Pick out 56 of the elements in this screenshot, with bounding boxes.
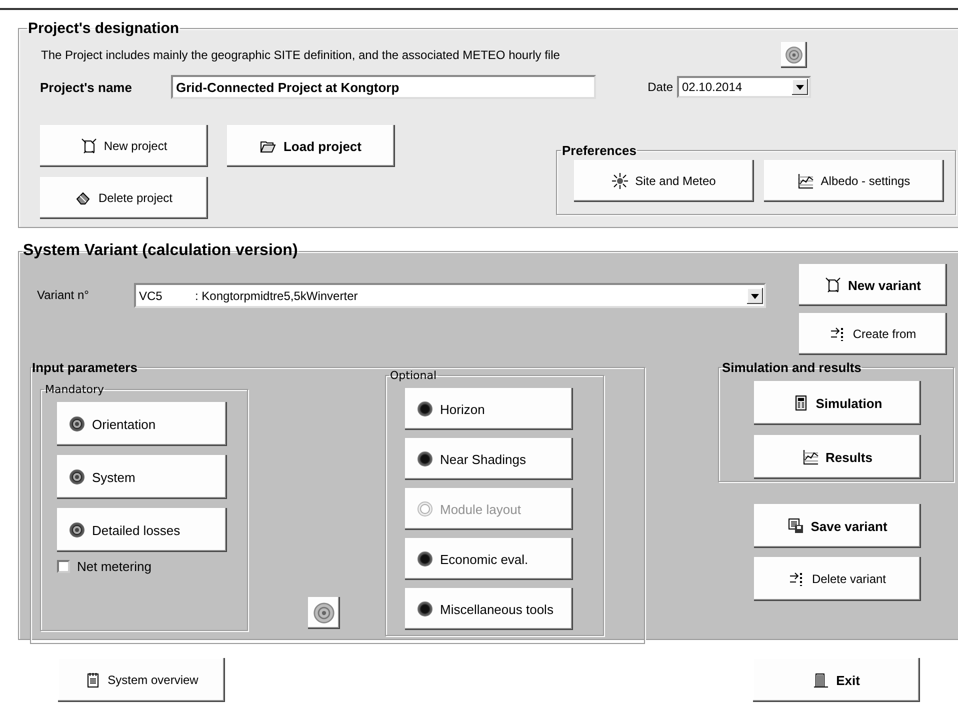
calculator-icon [792, 395, 809, 411]
simulation-button[interactable]: Results [754, 435, 921, 479]
document-icon [825, 277, 841, 293]
group-title: Preferences [561, 143, 638, 158]
project-button[interactable]: Delete project [40, 177, 208, 219]
chart-icon [798, 173, 814, 189]
group-title: Input parameters [31, 360, 138, 375]
group-title: Simulation and results [721, 360, 862, 375]
sun-icon [612, 173, 628, 189]
field-label: Variant n° [37, 288, 90, 304]
door-icon [813, 672, 830, 688]
panel-title: Project's designation [27, 20, 180, 37]
arrows-icon [830, 326, 846, 342]
panel-title: System Variant (calculation version) [22, 242, 299, 260]
chart-icon [802, 449, 819, 465]
help-button[interactable] [308, 597, 340, 629]
date-dropdown[interactable]: 02.10.2014 [677, 76, 811, 98]
project-button[interactable]: New project [40, 125, 208, 167]
variant-button[interactable]: New variant [799, 264, 947, 306]
caret-icon [751, 292, 759, 300]
field-label: Project's name [40, 80, 133, 94]
project-name-field[interactable]: Grid-Connected Project at Kongtorp [171, 75, 596, 99]
checkbox-label: Net metering [77, 559, 152, 574]
group-title: Mandatory [44, 383, 106, 396]
variant-button[interactable]: Save variant [754, 504, 921, 548]
description-text: The Project includes mainly the geographic SITE definition, and the associated METEO hourly file [41, 48, 561, 62]
group-title: Optional [389, 369, 438, 382]
parameter-button[interactable]: Detailed losses [57, 508, 227, 552]
variant-button[interactable]: Delete variant [754, 557, 921, 601]
dropdown-button[interactable] [747, 288, 763, 304]
footer-button[interactable]: System overview [58, 658, 225, 702]
parameter-button[interactable]: Orientation [57, 402, 227, 446]
preference-button[interactable]: Albedo - settings [764, 160, 944, 202]
parameter-button[interactable]: Horizon [405, 388, 573, 430]
checkbox[interactable] [57, 560, 70, 573]
notepad-icon [84, 672, 101, 688]
dropdown-button[interactable] [792, 79, 808, 95]
eraser-icon [75, 190, 92, 206]
variant-button[interactable]: Create from [799, 313, 947, 355]
help-icon [785, 46, 803, 64]
disk-icon [788, 518, 804, 534]
preference-button[interactable]: Site and Meteo [574, 160, 754, 202]
footer-button[interactable]: Exit [753, 658, 920, 702]
document-icon [80, 138, 97, 154]
field-label: Date [646, 80, 673, 94]
parameter-button[interactable]: Economic eval. [405, 538, 573, 580]
help-button[interactable] [781, 42, 807, 68]
caret-icon [796, 83, 804, 91]
parameter-button[interactable]: Near Shadings [405, 438, 573, 480]
help-icon [313, 602, 335, 624]
project-button[interactable]: Load project [227, 125, 395, 167]
parameter-button[interactable]: System [57, 455, 227, 499]
variant-dropdown[interactable]: VC5 : Kongtorpmidtre5,5kWinverter [134, 283, 766, 308]
arrows-icon [788, 571, 805, 587]
simulation-button[interactable]: Simulation [754, 381, 921, 425]
parameter-button[interactable]: Miscellaneous tools [405, 588, 573, 630]
